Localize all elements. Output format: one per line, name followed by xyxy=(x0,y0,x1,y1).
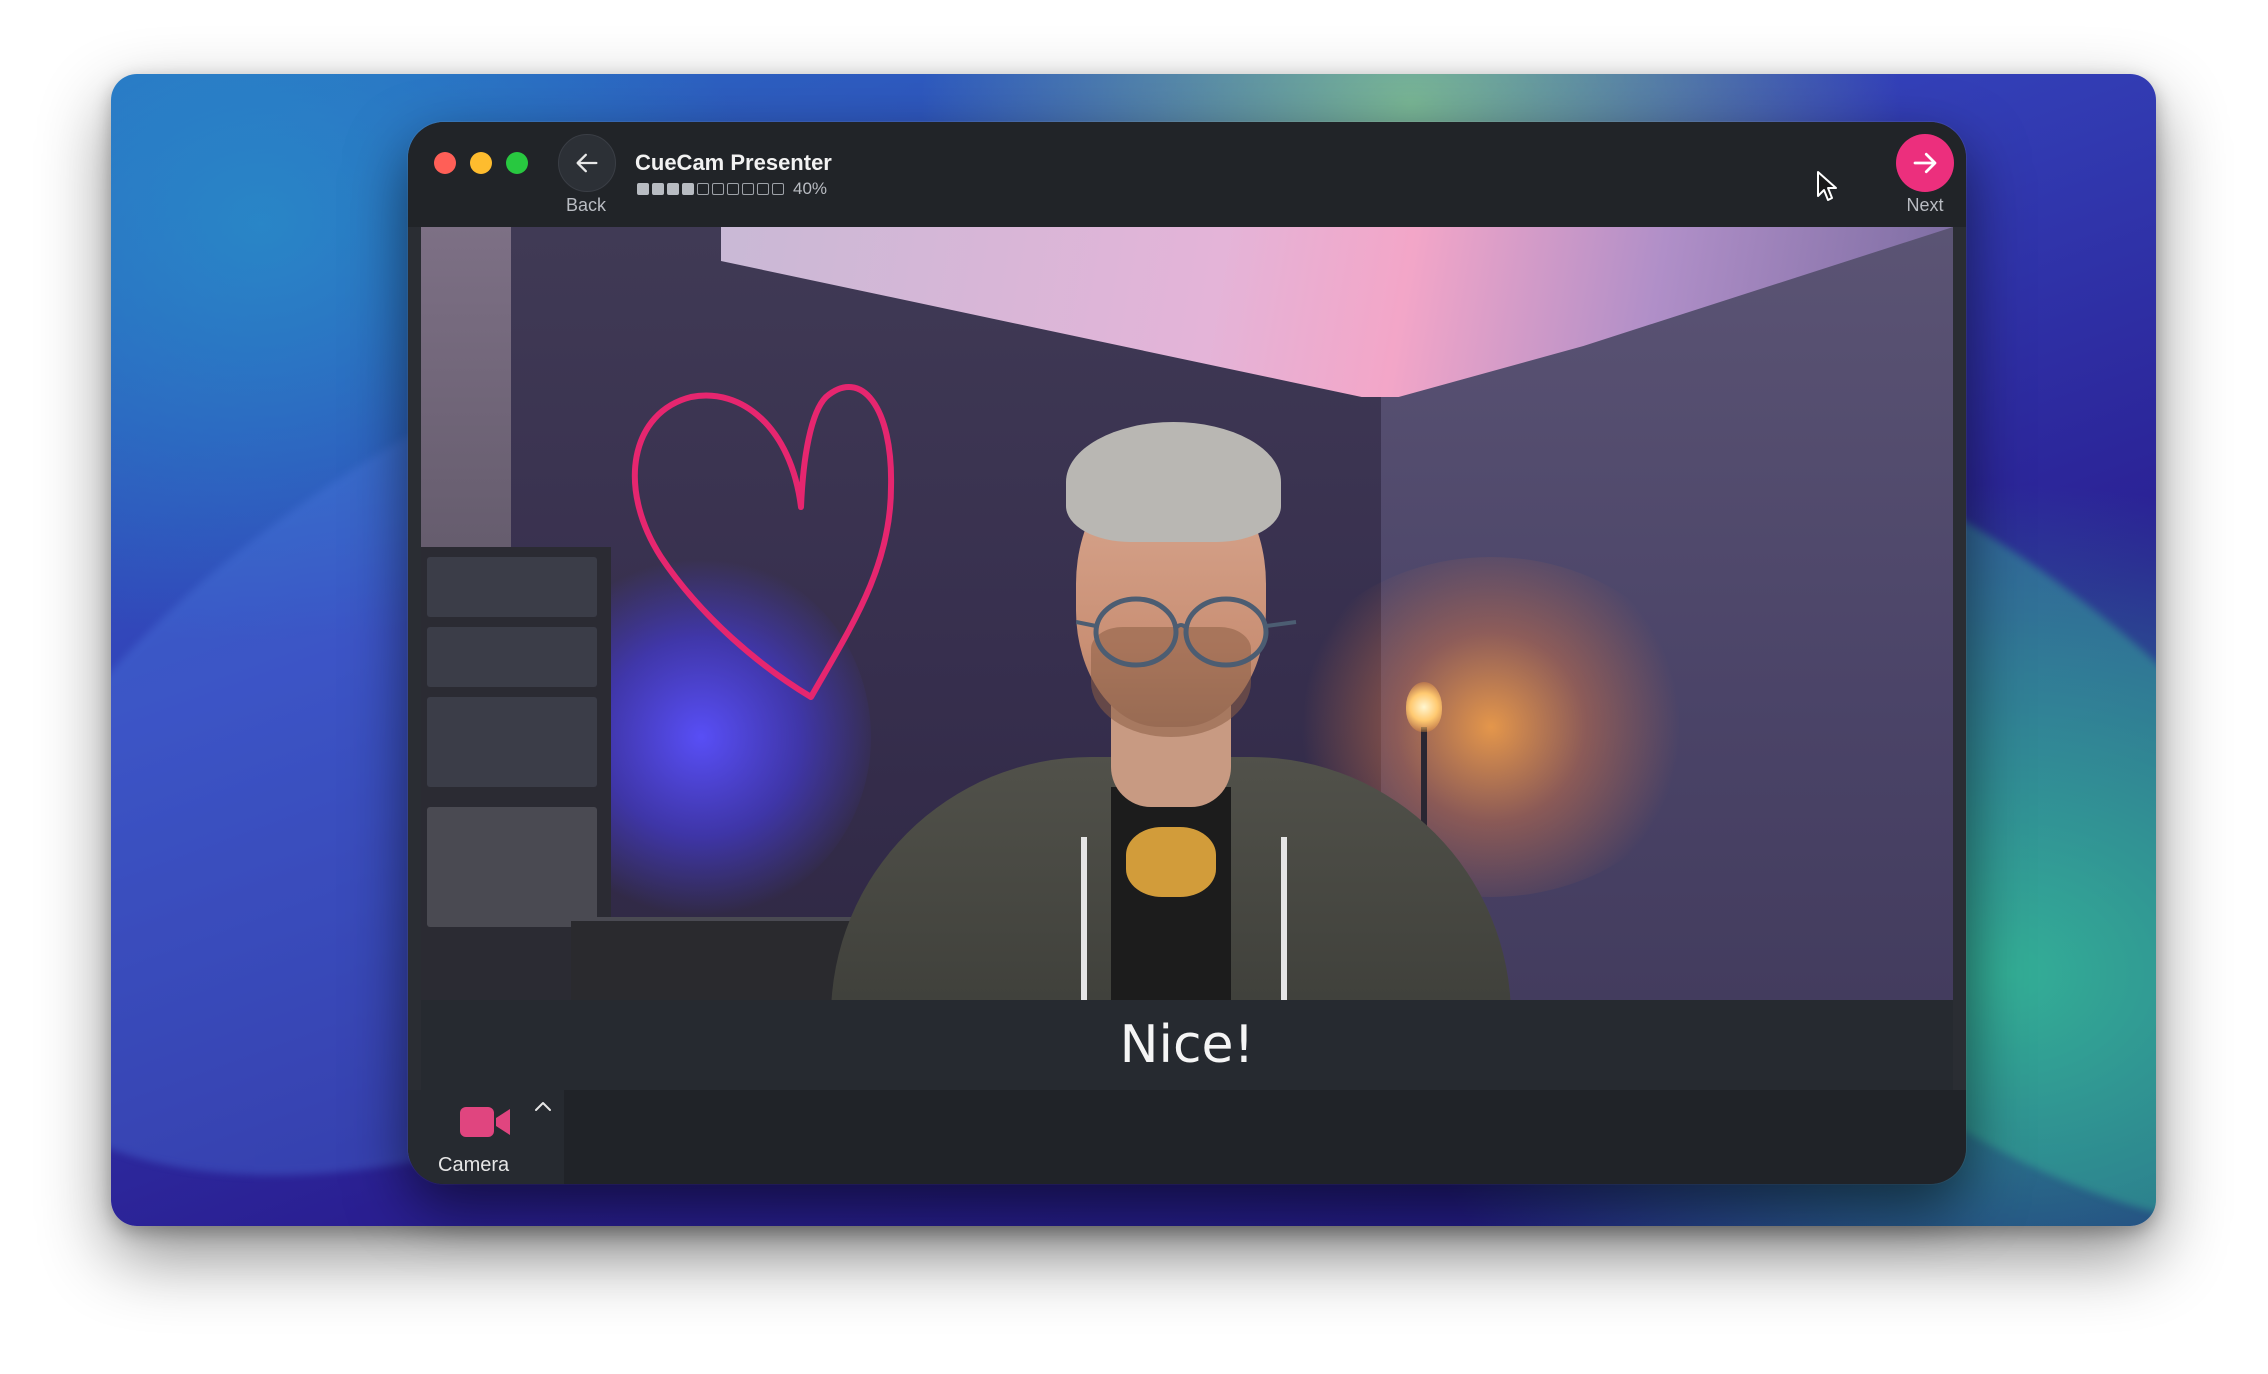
video-camera-icon[interactable] xyxy=(458,1104,512,1140)
close-window-button[interactable] xyxy=(434,152,456,174)
light-bulb xyxy=(1406,682,1442,732)
progress-percent: 40% xyxy=(793,179,828,198)
app-window: Back CueCam Presenter 40% Next Nice! Cam… xyxy=(408,122,1966,1184)
progress-segment xyxy=(652,183,664,195)
next-label: Next xyxy=(1906,195,1944,215)
progress-segment xyxy=(667,183,679,195)
tshirt-print xyxy=(1126,827,1216,897)
bottom-toolbar: Camera xyxy=(408,1090,1966,1184)
back-button[interactable] xyxy=(558,134,616,192)
slide-progress: 40% xyxy=(637,179,827,199)
progress-segment xyxy=(682,183,694,195)
mouse-pointer-icon xyxy=(1817,171,1837,201)
progress-segment xyxy=(637,183,649,195)
person-hair xyxy=(1066,422,1281,542)
arrow-left-icon xyxy=(576,153,598,173)
rack-unit xyxy=(427,627,597,687)
rack-unit xyxy=(427,557,597,617)
camera-control[interactable]: Camera xyxy=(408,1090,564,1184)
minimize-window-button[interactable] xyxy=(470,152,492,174)
glasses xyxy=(1076,596,1297,668)
progress-segment xyxy=(697,183,709,195)
progress-segment xyxy=(757,183,769,195)
progress-segment xyxy=(727,183,739,195)
hood-string xyxy=(1081,837,1087,1000)
camera-label: Camera xyxy=(438,1154,510,1176)
progress-segment xyxy=(772,183,784,195)
progress-segment xyxy=(742,183,754,195)
chevron-up-icon[interactable] xyxy=(532,1098,554,1114)
arrow-right-icon xyxy=(1913,152,1937,174)
rack-unit xyxy=(427,807,597,927)
rack-unit xyxy=(427,697,597,787)
caption-text: Nice! xyxy=(1119,1015,1255,1075)
back-label: Back xyxy=(565,195,607,215)
drawn-heart xyxy=(631,384,895,700)
progress-segment xyxy=(712,183,724,195)
next-button[interactable] xyxy=(1896,134,1954,192)
title-bar: Back CueCam Presenter 40% Next xyxy=(408,122,1966,227)
camera-preview xyxy=(421,227,1953,1000)
zoom-window-button[interactable] xyxy=(506,152,528,174)
caption-bar: Nice! xyxy=(421,1000,1953,1090)
app-title: CueCam Presenter xyxy=(635,150,832,175)
hood-string xyxy=(1281,837,1287,1000)
